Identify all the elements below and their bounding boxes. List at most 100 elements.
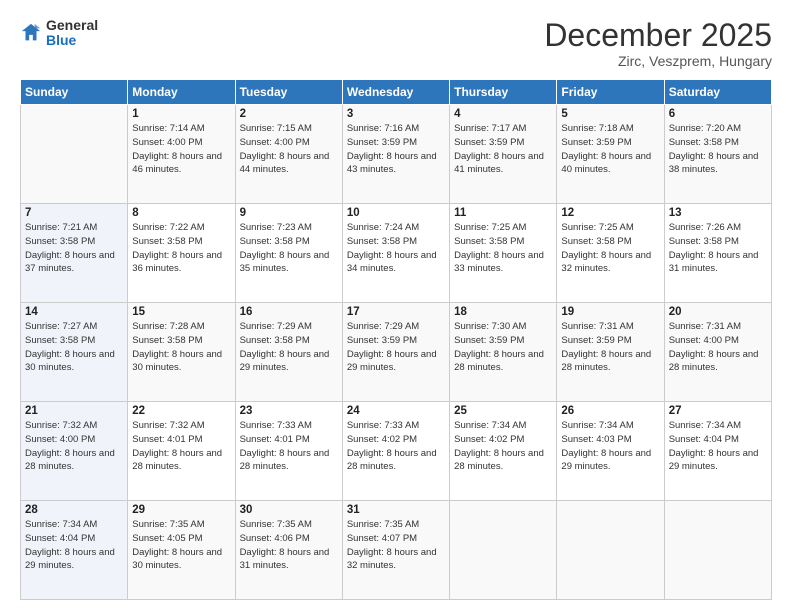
daylight-text: Daylight: 8 hours and 28 minutes. bbox=[240, 448, 330, 473]
sunset-text: Sunset: 3:59 PM bbox=[454, 335, 524, 346]
cell-day-number: 25 bbox=[454, 405, 552, 417]
calendar-cell: 17Sunrise: 7:29 AMSunset: 3:59 PMDayligh… bbox=[342, 303, 449, 402]
sunset-text: Sunset: 4:01 PM bbox=[240, 434, 310, 445]
cell-info: Sunrise: 7:29 AMSunset: 3:59 PMDaylight:… bbox=[347, 320, 445, 375]
weekday-saturday: Saturday bbox=[664, 80, 771, 105]
sunset-text: Sunset: 3:59 PM bbox=[347, 137, 417, 148]
sunrise-text: Sunrise: 7:26 AM bbox=[669, 222, 741, 233]
cell-info: Sunrise: 7:31 AMSunset: 3:59 PMDaylight:… bbox=[561, 320, 659, 375]
cell-day-number: 19 bbox=[561, 306, 659, 318]
daylight-text: Daylight: 8 hours and 29 minutes. bbox=[240, 349, 330, 374]
weekday-header-row: SundayMondayTuesdayWednesdayThursdayFrid… bbox=[21, 80, 772, 105]
daylight-text: Daylight: 8 hours and 35 minutes. bbox=[240, 250, 330, 275]
weekday-sunday: Sunday bbox=[21, 80, 128, 105]
calendar-cell: 8Sunrise: 7:22 AMSunset: 3:58 PMDaylight… bbox=[128, 204, 235, 303]
sunset-text: Sunset: 3:58 PM bbox=[347, 236, 417, 247]
sunset-text: Sunset: 3:58 PM bbox=[25, 335, 95, 346]
sunset-text: Sunset: 3:58 PM bbox=[669, 137, 739, 148]
daylight-text: Daylight: 8 hours and 32 minutes. bbox=[347, 547, 437, 572]
cell-info: Sunrise: 7:32 AMSunset: 4:01 PMDaylight:… bbox=[132, 419, 230, 474]
daylight-text: Daylight: 8 hours and 30 minutes. bbox=[132, 349, 222, 374]
calendar-table: SundayMondayTuesdayWednesdayThursdayFrid… bbox=[20, 79, 772, 600]
calendar-cell: 11Sunrise: 7:25 AMSunset: 3:58 PMDayligh… bbox=[450, 204, 557, 303]
daylight-text: Daylight: 8 hours and 28 minutes. bbox=[132, 448, 222, 473]
cell-info: Sunrise: 7:31 AMSunset: 4:00 PMDaylight:… bbox=[669, 320, 767, 375]
sunrise-text: Sunrise: 7:15 AM bbox=[240, 123, 312, 134]
calendar-cell: 16Sunrise: 7:29 AMSunset: 3:58 PMDayligh… bbox=[235, 303, 342, 402]
sunrise-text: Sunrise: 7:21 AM bbox=[25, 222, 97, 233]
cell-info: Sunrise: 7:33 AMSunset: 4:02 PMDaylight:… bbox=[347, 419, 445, 474]
sunrise-text: Sunrise: 7:27 AM bbox=[25, 321, 97, 332]
cell-day-number: 13 bbox=[669, 207, 767, 219]
cell-info: Sunrise: 7:14 AMSunset: 4:00 PMDaylight:… bbox=[132, 122, 230, 177]
sunrise-text: Sunrise: 7:34 AM bbox=[561, 420, 633, 431]
calendar-cell: 5Sunrise: 7:18 AMSunset: 3:59 PMDaylight… bbox=[557, 105, 664, 204]
calendar-week-2: 7Sunrise: 7:21 AMSunset: 3:58 PMDaylight… bbox=[21, 204, 772, 303]
calendar-cell: 1 Sunrise: 7:14 AMSunset: 4:00 PMDaylight… bbox=[128, 105, 235, 204]
sunrise-text: Sunrise: 7:23 AM bbox=[240, 222, 312, 233]
sunrise-text: Sunrise: 7:14 AM bbox=[132, 123, 204, 134]
cell-info: Sunrise: 7:35 AMSunset: 4:05 PMDaylight:… bbox=[132, 518, 230, 573]
sunrise-text: Sunrise: 7:31 AM bbox=[669, 321, 741, 332]
calendar-cell: 10Sunrise: 7:24 AMSunset: 3:58 PMDayligh… bbox=[342, 204, 449, 303]
sunrise-text: Sunrise: 7:35 AM bbox=[240, 519, 312, 530]
sunrise-text: Sunrise: 7:29 AM bbox=[240, 321, 312, 332]
calendar-cell: 31Sunrise: 7:35 AMSunset: 4:07 PMDayligh… bbox=[342, 501, 449, 600]
sunrise-text: Sunrise: 7:33 AM bbox=[347, 420, 419, 431]
calendar-cell: 12Sunrise: 7:25 AMSunset: 3:58 PMDayligh… bbox=[557, 204, 664, 303]
calendar-cell: 24Sunrise: 7:33 AMSunset: 4:02 PMDayligh… bbox=[342, 402, 449, 501]
cell-info: Sunrise: 7:20 AMSunset: 3:58 PMDaylight:… bbox=[669, 122, 767, 177]
daylight-text: Daylight: 8 hours and 29 minutes. bbox=[25, 547, 115, 572]
sunset-text: Sunset: 3:59 PM bbox=[454, 137, 524, 148]
cell-day-number: 22 bbox=[132, 405, 230, 417]
title-block: December 2025 Zirc, Veszprem, Hungary bbox=[544, 18, 772, 69]
cell-day-number: 1 bbox=[132, 108, 230, 120]
cell-info: Sunrise: 7:28 AMSunset: 3:58 PMDaylight:… bbox=[132, 320, 230, 375]
calendar-page: General Blue December 2025 Zirc, Veszpre… bbox=[0, 0, 792, 612]
sunset-text: Sunset: 3:58 PM bbox=[454, 236, 524, 247]
sunrise-text: Sunrise: 7:32 AM bbox=[25, 420, 97, 431]
calendar-cell: 19 Sunrise: 7:31 AMSunset: 3:59 PMDayligh… bbox=[557, 303, 664, 402]
calendar-cell: 23 Sunrise: 7:33 AMSunset: 4:01 PMDayligh… bbox=[235, 402, 342, 501]
sunrise-text: Sunrise: 7:25 AM bbox=[561, 222, 633, 233]
cell-info: Sunrise: 7:25 AMSunset: 3:58 PMDaylight:… bbox=[454, 221, 552, 276]
sunset-text: Sunset: 4:05 PM bbox=[132, 533, 202, 544]
calendar-week-3: 14Sunrise: 7:27 AMSunset: 3:58 PMDayligh… bbox=[21, 303, 772, 402]
cell-info: Sunrise: 7:21 AMSunset: 3:58 PMDaylight:… bbox=[25, 221, 123, 276]
cell-info: Sunrise: 7:15 AMSunset: 4:00 PMDaylight:… bbox=[240, 122, 338, 177]
sunrise-text: Sunrise: 7:30 AM bbox=[454, 321, 526, 332]
sunset-text: Sunset: 3:58 PM bbox=[561, 236, 631, 247]
calendar-cell: 30Sunrise: 7:35 AMSunset: 4:06 PMDayligh… bbox=[235, 501, 342, 600]
daylight-text: Daylight: 8 hours and 29 minutes. bbox=[561, 448, 651, 473]
calendar-cell: 6Sunrise: 7:20 AMSunset: 3:58 PMDaylight… bbox=[664, 105, 771, 204]
daylight-text: Daylight: 8 hours and 28 minutes. bbox=[454, 448, 544, 473]
sunset-text: Sunset: 3:59 PM bbox=[561, 137, 631, 148]
cell-info: Sunrise: 7:26 AMSunset: 3:58 PMDaylight:… bbox=[669, 221, 767, 276]
sunset-text: Sunset: 4:00 PM bbox=[25, 434, 95, 445]
cell-info: Sunrise: 7:25 AMSunset: 3:58 PMDaylight:… bbox=[561, 221, 659, 276]
calendar-cell: 4Sunrise: 7:17 AMSunset: 3:59 PMDaylight… bbox=[450, 105, 557, 204]
daylight-text: Daylight: 8 hours and 33 minutes. bbox=[454, 250, 544, 275]
sunset-text: Sunset: 4:00 PM bbox=[669, 335, 739, 346]
cell-info: Sunrise: 7:34 AMSunset: 4:03 PMDaylight:… bbox=[561, 419, 659, 474]
sunrise-text: Sunrise: 7:17 AM bbox=[454, 123, 526, 134]
sunrise-text: Sunrise: 7:20 AM bbox=[669, 123, 741, 134]
cell-day-number: 18 bbox=[454, 306, 552, 318]
cell-day-number: 23 bbox=[240, 405, 338, 417]
daylight-text: Daylight: 8 hours and 34 minutes. bbox=[347, 250, 437, 275]
cell-info: Sunrise: 7:29 AMSunset: 3:58 PMDaylight:… bbox=[240, 320, 338, 375]
daylight-text: Daylight: 8 hours and 37 minutes. bbox=[25, 250, 115, 275]
calendar-cell bbox=[557, 501, 664, 600]
sunset-text: Sunset: 4:07 PM bbox=[347, 533, 417, 544]
cell-info: Sunrise: 7:32 AMSunset: 4:00 PMDaylight:… bbox=[25, 419, 123, 474]
sunset-text: Sunset: 4:02 PM bbox=[347, 434, 417, 445]
sunset-text: Sunset: 4:06 PM bbox=[240, 533, 310, 544]
sunset-text: Sunset: 3:59 PM bbox=[347, 335, 417, 346]
sunset-text: Sunset: 3:58 PM bbox=[240, 236, 310, 247]
weekday-friday: Friday bbox=[557, 80, 664, 105]
cell-info: Sunrise: 7:33 AMSunset: 4:01 PMDaylight:… bbox=[240, 419, 338, 474]
sunrise-text: Sunrise: 7:34 AM bbox=[25, 519, 97, 530]
calendar-week-4: 21Sunrise: 7:32 AMSunset: 4:00 PMDayligh… bbox=[21, 402, 772, 501]
logo-icon bbox=[20, 22, 42, 44]
calendar-cell: 27Sunrise: 7:34 AMSunset: 4:04 PMDayligh… bbox=[664, 402, 771, 501]
